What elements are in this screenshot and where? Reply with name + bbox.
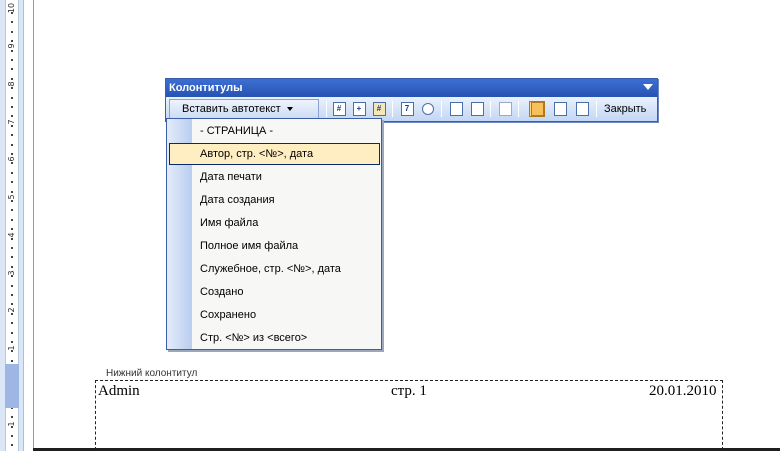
ruler-tick	[11, 209, 13, 211]
ruler-tick	[11, 238, 13, 240]
ruler-tick	[11, 416, 13, 418]
autotext-dropdown-menu[interactable]: - СТРАНИЦА - Автор, стр. <№>, дата Дата …	[166, 118, 382, 350]
ruler-tick	[11, 247, 13, 249]
menu-item-page[interactable]: - СТРАНИЦА -	[167, 120, 381, 142]
footer-center-text[interactable]: стр. 1	[391, 383, 427, 400]
menu-item-page-x-of-y[interactable]: Стр. <№> из <всего>	[167, 327, 381, 349]
ruler-tick	[11, 275, 13, 277]
menu-item-print-date[interactable]: Дата печати	[167, 166, 381, 188]
insert-page-number-icon[interactable]: #	[331, 101, 347, 117]
page-left-edge	[33, 0, 34, 448]
insert-date-icon[interactable]: 7	[399, 101, 415, 117]
ruler-tick	[11, 40, 13, 42]
ruler-tick	[11, 153, 13, 155]
ruler-tick	[11, 219, 13, 221]
ruler-tick	[11, 285, 13, 287]
toolbar-separator	[518, 101, 519, 117]
insert-autotext-button[interactable]: Вставить автотекст	[169, 99, 319, 119]
insert-page-count-icon[interactable]: +	[351, 101, 367, 117]
ruler-tick	[11, 435, 13, 437]
ruler-number: 1	[7, 421, 16, 427]
ruler-tick	[11, 31, 13, 33]
toolbar-title: Колонтитулы	[169, 82, 243, 94]
show-next-icon[interactable]	[574, 101, 590, 117]
ruler-tick	[11, 322, 13, 324]
format-page-number-icon[interactable]: #	[371, 101, 387, 117]
footer-right-text[interactable]: 20.01.2010	[649, 383, 717, 400]
ruler-tick	[11, 172, 13, 174]
page-setup-icon[interactable]	[448, 101, 464, 117]
footer-left-text[interactable]: Admin	[98, 383, 140, 400]
toolbar-separator	[326, 101, 327, 117]
chevron-down-icon	[286, 107, 293, 112]
ruler-tick	[11, 87, 13, 89]
ruler-tick	[11, 50, 13, 52]
ruler-tick	[11, 134, 13, 136]
ruler-tick	[11, 144, 13, 146]
ruler-tick	[11, 12, 13, 14]
menu-item-created-by[interactable]: Создано	[167, 281, 381, 303]
toolbar-separator	[392, 101, 393, 117]
ruler-tick	[11, 125, 13, 127]
ruler-margin-region	[5, 364, 19, 408]
ruler-tick	[11, 78, 13, 80]
toolbar-separator	[596, 101, 597, 117]
ruler-tick	[11, 106, 13, 108]
menu-item-creation-date[interactable]: Дата создания	[167, 189, 381, 211]
insert-time-icon[interactable]	[420, 101, 436, 117]
ruler-number: 1	[7, 345, 16, 351]
ruler-number: 3	[7, 270, 16, 276]
same-as-previous-icon[interactable]	[497, 101, 513, 117]
ruler-tick	[11, 332, 13, 334]
ruler-tick	[11, 97, 13, 99]
show-hide-text-icon[interactable]	[469, 101, 485, 117]
insert-autotext-label: Вставить автотекст	[182, 103, 281, 115]
switch-header-footer-icon[interactable]	[529, 101, 545, 117]
ruler-tick	[11, 191, 13, 193]
ruler-tick	[11, 266, 13, 268]
ruler-tick	[11, 360, 13, 362]
vertical-ruler[interactable]: 10 9 8 7 6 5 4 3 2 1 1	[0, 0, 24, 451]
ruler-tick	[11, 59, 13, 61]
menu-item-full-file-name[interactable]: Полное имя файла	[167, 235, 381, 257]
ruler-tick	[11, 21, 13, 23]
ruler-tick	[11, 426, 13, 428]
ruler-tick	[11, 115, 13, 117]
ruler-tick	[11, 68, 13, 70]
ruler-tick	[11, 313, 13, 315]
footer-label: Нижний колонтитул	[104, 368, 200, 379]
menu-item-saved-by[interactable]: Сохранено	[167, 304, 381, 326]
menu-item-file-name[interactable]: Имя файла	[167, 212, 381, 234]
ruler-tick	[11, 181, 13, 183]
ruler-tick	[11, 200, 13, 202]
ruler-tick	[11, 162, 13, 164]
menu-item-author-page-date[interactable]: Автор, стр. <№>, дата	[169, 143, 380, 165]
ruler-tick	[11, 228, 13, 230]
toolbar-options-icon[interactable]	[643, 84, 653, 90]
header-footer-toolbar[interactable]: Колонтитулы Вставить автотекст # + # 7 З…	[165, 78, 658, 122]
toolbar-separator	[441, 101, 442, 117]
close-button[interactable]: Закрыть	[604, 101, 646, 117]
menu-item-confidential-page-date[interactable]: Служебное, стр. <№>, дата	[167, 258, 381, 280]
ruler-tick	[11, 341, 13, 343]
ruler-tick	[11, 350, 13, 352]
show-previous-icon[interactable]	[552, 101, 568, 117]
ruler-tick	[11, 444, 13, 446]
toolbar-title-bar[interactable]: Колонтитулы	[166, 79, 657, 97]
ruler-tick	[11, 303, 13, 305]
ruler-tick	[11, 294, 13, 296]
toolbar-separator	[490, 101, 491, 117]
ruler-tick	[11, 256, 13, 258]
